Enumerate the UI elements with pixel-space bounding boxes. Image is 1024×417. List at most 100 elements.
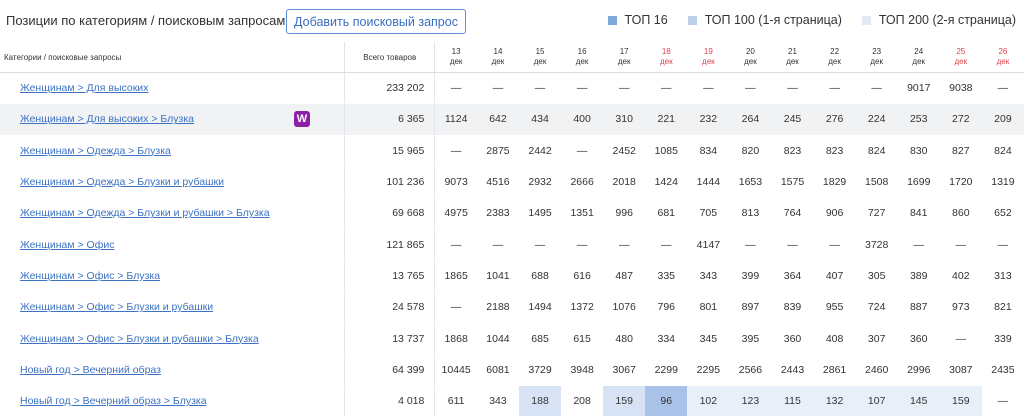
position-cell: 96 (645, 385, 688, 417)
position-cell: 232 (687, 103, 730, 136)
total-products-cell: 64 399 (344, 354, 435, 386)
position-cell: 132 (813, 385, 856, 417)
position-cell: — (939, 228, 982, 261)
position-cell: 253 (897, 103, 940, 136)
category-link[interactable]: Женщинам > Одежда > Блузки и рубашки (20, 176, 224, 188)
position-cell: 841 (897, 197, 940, 230)
column-header-category[interactable]: Категории / поисковые запросы (0, 42, 345, 73)
legend-item-top200: ТОП 200 (2-я страница) (861, 13, 1016, 27)
category-link[interactable]: Женщинам > Офис > Блузки и рубашки (20, 301, 213, 313)
day-number: 19 (703, 47, 713, 56)
position-cell: — (981, 228, 1024, 261)
category-cell: Женщинам > Одежда > Блузки и рубашки > Б… (0, 197, 345, 230)
position-cell: 343 (687, 260, 730, 293)
position-cell: 9017 (897, 72, 940, 105)
category-link[interactable]: Женщинам > Одежда > Блузка (20, 145, 171, 157)
position-cell: 6081 (476, 354, 519, 386)
category-cell: Женщинам > Офис > Блузки и рубашки (0, 291, 345, 324)
position-cell: 1829 (813, 166, 856, 199)
category-link[interactable]: Новый год > Вечерний образ > Блузка (20, 395, 207, 407)
position-cell: 1494 (519, 291, 562, 324)
header-bar: Позиции по категориям / поисковым запрос… (0, 0, 1024, 42)
day-number: 15 (535, 47, 545, 56)
position-cell: 209 (981, 103, 1024, 136)
position-cell: 395 (729, 322, 772, 355)
position-cell: — (771, 228, 814, 261)
category-link[interactable]: Женщинам > Для высоких > Блузка (20, 113, 194, 125)
wildberries-badge-icon[interactable]: W (294, 111, 310, 128)
position-cell: 310 (603, 103, 646, 136)
position-cell: 887 (897, 291, 940, 324)
position-cell: — (813, 228, 856, 261)
position-cell: 1508 (855, 166, 898, 199)
day-number: 24 (914, 47, 924, 56)
position-cell: 830 (897, 135, 940, 167)
position-cell: 364 (771, 260, 814, 293)
position-cell: 402 (939, 260, 982, 293)
day-month: дек (575, 57, 589, 66)
position-cell: 897 (729, 291, 772, 324)
position-cell: 616 (561, 260, 604, 293)
position-cell: — (519, 228, 562, 261)
total-products-cell: 24 578 (344, 291, 435, 324)
position-cell: 3087 (939, 354, 982, 386)
day-month: дек (828, 57, 841, 66)
category-link[interactable]: Женщинам > Офис > Блузки и рубашки > Блу… (20, 333, 259, 345)
total-products-cell: 101 236 (344, 166, 435, 199)
day-number: 18 (661, 47, 671, 56)
legend: ТОП 16 ТОП 100 (1-я страница) ТОП 200 (2… (607, 13, 1016, 27)
position-cell: 208 (561, 385, 604, 417)
position-cell: 2666 (561, 166, 604, 199)
position-cell: 264 (729, 103, 772, 136)
day-number: 13 (451, 47, 461, 56)
category-link[interactable]: Женщинам > Для высоких (20, 82, 148, 94)
day-month: дек (659, 57, 673, 66)
day-number: 22 (830, 47, 840, 56)
position-cell: 2566 (729, 354, 772, 386)
table-row: Женщинам > Одежда > Блузки и рубашки > Б… (0, 197, 1024, 230)
position-cell: 813 (729, 197, 772, 230)
column-header-day-22: 22 дек (813, 42, 856, 73)
category-cell: Женщинам > Для высоких > Блузка W (0, 103, 345, 136)
position-cell: 272 (939, 103, 982, 136)
category-cell: Новый год > Вечерний образ (0, 354, 345, 386)
column-header-day-25: 25 дек (939, 42, 982, 73)
category-link[interactable]: Женщинам > Одежда > Блузки и рубашки > Б… (20, 207, 270, 219)
position-cell: 1720 (939, 166, 982, 199)
position-cell: 824 (855, 135, 898, 167)
day-number: 20 (745, 47, 755, 56)
add-search-query-button[interactable]: Добавить поисковый запрос (286, 9, 466, 34)
position-cell: 2442 (519, 135, 562, 167)
position-cell: 1653 (729, 166, 772, 199)
category-link[interactable]: Новый год > Вечерний образ (20, 364, 161, 376)
position-cell: 827 (939, 135, 982, 167)
category-link[interactable]: Женщинам > Офис (20, 239, 114, 251)
position-cell: 2443 (771, 354, 814, 386)
column-header-day-18: 18 дек (645, 42, 688, 73)
column-header-total[interactable]: Всего товаров (344, 42, 435, 73)
column-header-day-20: 20 дек (729, 42, 772, 73)
position-cell: 821 (981, 291, 1024, 324)
position-cell: 1575 (771, 166, 814, 199)
column-header-day-17: 17 дек (603, 42, 646, 73)
position-cell: 688 (519, 260, 562, 293)
column-header-day-15: 15 дек (519, 42, 562, 73)
position-cell: — (603, 72, 646, 105)
position-cell: 480 (603, 322, 646, 355)
position-cell: 2188 (476, 291, 519, 324)
position-cell: 3729 (519, 354, 562, 386)
day-month: дек (954, 57, 968, 66)
position-cell: 4975 (434, 197, 477, 230)
position-cell: 2460 (855, 354, 898, 386)
category-link[interactable]: Женщинам > Офис > Блузка (20, 270, 160, 282)
position-cell: 107 (855, 385, 898, 417)
position-cell: 652 (981, 197, 1024, 230)
position-cell: — (434, 72, 477, 105)
position-cell: — (434, 291, 477, 324)
legend-item-top100: ТОП 100 (1-я страница) (687, 13, 842, 27)
position-cell: 1868 (434, 322, 477, 355)
day-month: дек (449, 57, 463, 66)
position-cell: — (561, 228, 604, 261)
day-number: 14 (493, 47, 503, 56)
total-products-cell: 233 202 (344, 72, 435, 105)
